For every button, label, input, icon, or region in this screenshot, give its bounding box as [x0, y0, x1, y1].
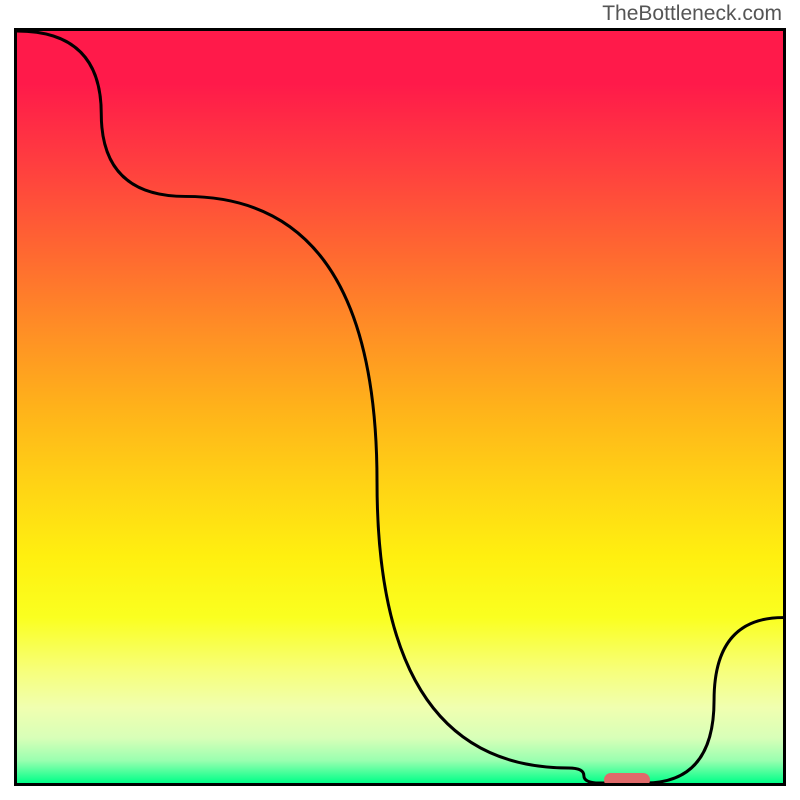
chart-line-path	[17, 31, 783, 783]
watermark-text: TheBottleneck.com	[602, 2, 782, 26]
highlight-marker	[604, 773, 650, 786]
chart-line	[17, 31, 783, 783]
chart-frame	[14, 28, 786, 786]
